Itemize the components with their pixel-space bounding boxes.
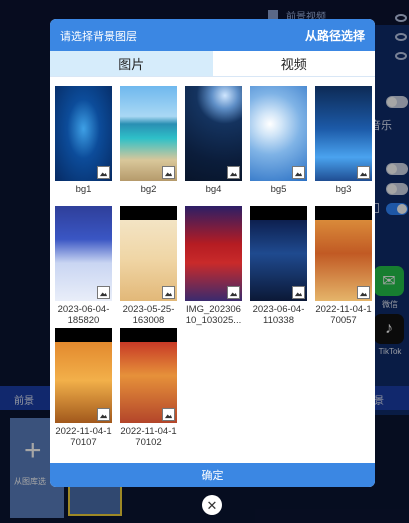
image-icon: [162, 286, 175, 299]
image-icon: [162, 408, 175, 421]
image-thumbnail: [55, 328, 112, 423]
image-thumbnail: [250, 206, 307, 301]
select-background-dialog: 请选择背景图层 从路径选择 图片 视频 bg1 bg2 bg4 bg5 bg3 …: [50, 19, 375, 487]
dialog-title: 请选择背景图层: [60, 31, 137, 43]
grid-item[interactable]: 2023-06-04-110338: [250, 206, 307, 326]
image-icon: [292, 286, 305, 299]
grid-item[interactable]: 2022-11-04-170107: [55, 328, 112, 448]
image-thumbnail: [315, 86, 372, 181]
image-thumbnail: [250, 86, 307, 181]
grid-item-caption: 2023-06-04-185820: [57, 304, 110, 326]
image-thumbnail: [315, 206, 372, 301]
select-from-path-button[interactable]: 从路径选择: [305, 27, 365, 44]
grid-item[interactable]: 2023-05-25-163008: [120, 206, 177, 326]
tab-videos[interactable]: 视频: [212, 51, 375, 76]
image-icon: [227, 286, 240, 299]
grid-item-caption: 2022-11-04-170107: [55, 426, 112, 448]
tab-images[interactable]: 图片: [50, 51, 213, 76]
image-icon: [97, 286, 110, 299]
image-thumbnail: [55, 206, 112, 301]
image-thumbnail: [185, 86, 242, 181]
grid-item[interactable]: bg2: [120, 86, 177, 195]
grid-item[interactable]: bg4: [185, 86, 242, 195]
image-thumbnail: [120, 206, 177, 301]
image-thumbnail: [55, 86, 112, 181]
grid-item-caption: bg1: [75, 184, 92, 195]
grid-item[interactable]: bg1: [55, 86, 112, 195]
grid-item-caption: 2023-06-04-110338: [252, 304, 305, 326]
image-icon: [162, 166, 175, 179]
grid-item-caption: bg2: [140, 184, 157, 195]
grid-item-caption: IMG_20230610_103025...: [185, 304, 242, 326]
grid-item-caption: bg3: [335, 184, 352, 195]
grid-item[interactable]: IMG_20230610_103025...: [185, 206, 242, 326]
image-icon: [357, 166, 370, 179]
image-icon: [292, 166, 305, 179]
grid-item-caption: bg5: [270, 184, 287, 195]
image-icon: [97, 166, 110, 179]
grid-item-caption: 2022-11-04-170102: [120, 426, 177, 448]
grid-item[interactable]: 2022-11-04-170057: [315, 206, 372, 326]
image-thumbnail: [120, 328, 177, 423]
close-dialog-button[interactable]: ✕: [202, 495, 222, 515]
grid-item-caption: 2023-05-25-163008: [122, 304, 175, 326]
image-icon: [97, 408, 110, 421]
image-thumbnail: [185, 206, 242, 301]
grid-item[interactable]: bg5: [250, 86, 307, 195]
grid-item[interactable]: bg3: [315, 86, 372, 195]
grid-item-caption: bg4: [205, 184, 222, 195]
image-thumbnail: [120, 86, 177, 181]
media-type-tabs: 图片 视频: [50, 51, 375, 77]
dialog-header: 请选择背景图层 从路径选择: [50, 19, 375, 51]
image-icon: [227, 166, 240, 179]
confirm-button[interactable]: 确定: [50, 463, 375, 487]
grid-item-caption: 2022-11-04-170057: [315, 304, 372, 326]
media-grid: bg1 bg2 bg4 bg5 bg3 2023-06-04-185820 20…: [50, 77, 375, 462]
grid-item[interactable]: 2023-06-04-185820: [55, 206, 112, 326]
grid-item[interactable]: 2022-11-04-170102: [120, 328, 177, 448]
close-icon: ✕: [206, 497, 218, 513]
image-icon: [357, 286, 370, 299]
